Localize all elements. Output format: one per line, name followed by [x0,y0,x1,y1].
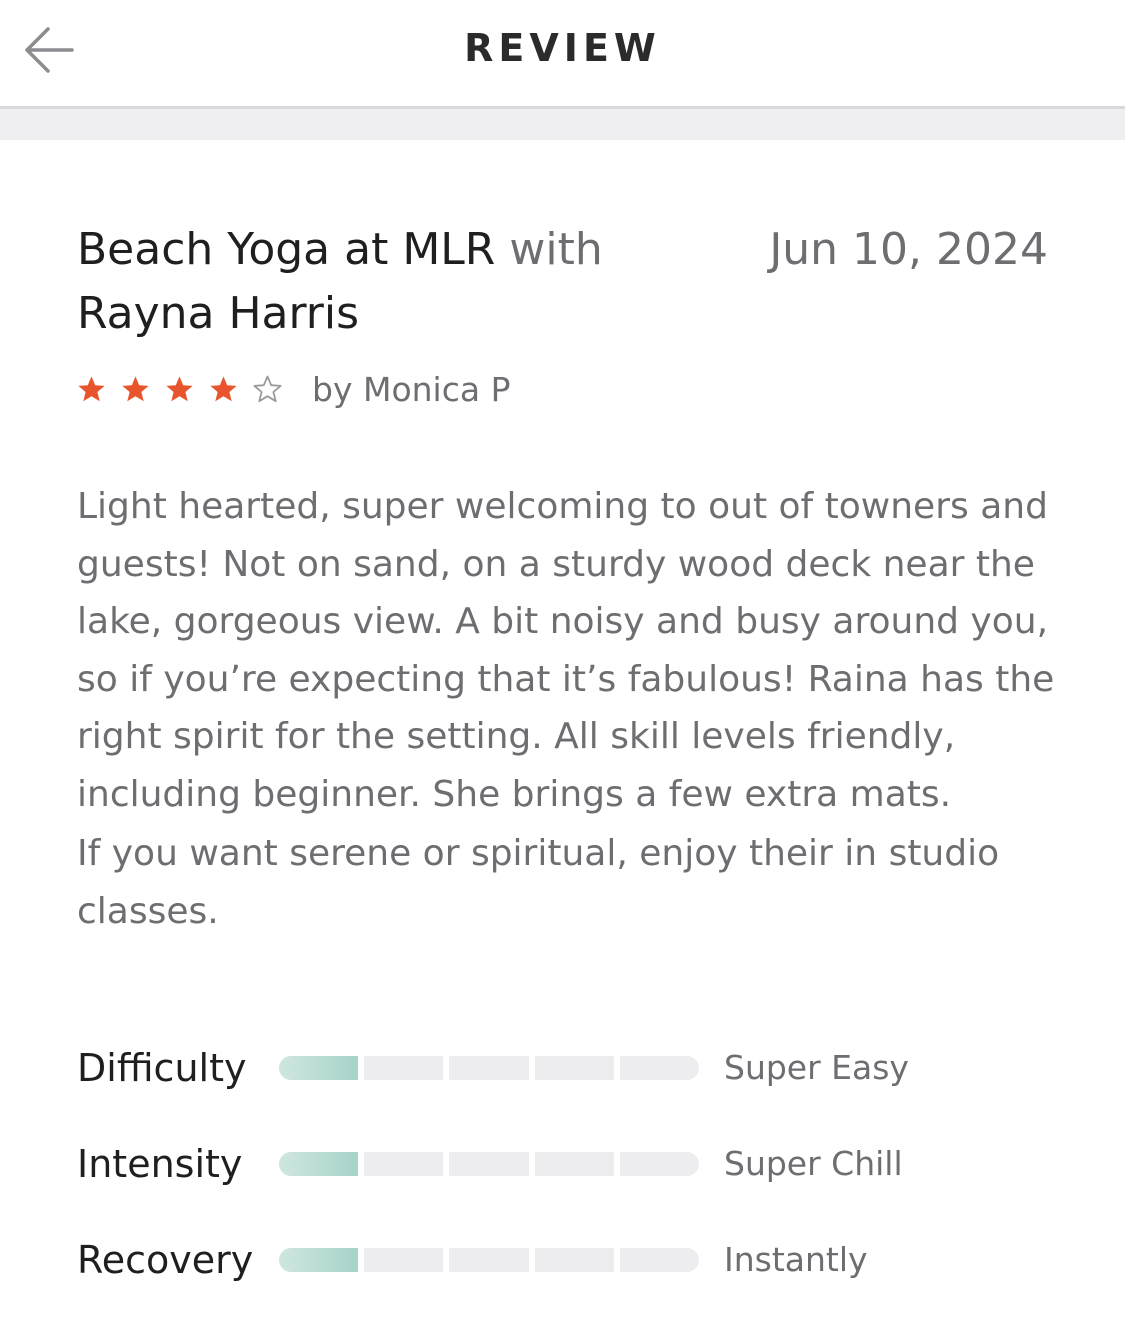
bar-segment-filled [279,1248,359,1272]
bar-segment-empty [364,1248,444,1272]
with-label: with [509,224,603,275]
class-name[interactable]: Beach Yoga at MLR [77,224,495,275]
bar-segment-filled [279,1152,359,1176]
review-paragraph: Light hearted, super welcoming to out of… [77,486,1055,815]
bar-segment-empty [449,1152,529,1176]
metric-label: Difficulty [77,1046,247,1090]
metric-value: Super Easy [724,1048,909,1087]
star-filled-icon [122,376,149,401]
metric-bar [279,1248,700,1272]
review-body: Light hearted, super welcoming to out of… [77,478,1062,940]
review-author: by Monica P [312,369,511,409]
star-filled-icon [78,376,105,401]
bar-segment-empty [364,1152,444,1176]
metric-label: Recovery [77,1238,254,1282]
bar-segment-empty [449,1248,529,1272]
star-filled-icon [210,376,237,401]
review-paragraph: If you want serene or spiritual, enjoy t… [77,833,1000,932]
page-title: REVIEW [464,26,661,70]
bar-segment-empty [619,1056,700,1080]
bar-segment-filled [279,1056,359,1080]
star-filled-icon [166,376,193,401]
bar-segment-empty [534,1248,614,1272]
star-rating [77,375,282,404]
rating-row: by Monica P [77,364,510,414]
metric-row-difficulty: Difficulty Super Easy [77,1038,1057,1098]
metric-bar [279,1152,700,1176]
bar-segment-empty [619,1152,700,1176]
star-empty-icon [253,375,282,402]
review-date: Jun 10, 2024 [769,224,1048,275]
metric-row-intensity: Intensity Super Chill [77,1134,1057,1194]
bar-segment-empty [534,1152,614,1176]
bar-segment-empty [364,1056,444,1080]
bar-segment-empty [619,1248,700,1272]
metric-bar [279,1056,700,1080]
metric-value: Instantly [724,1240,868,1279]
bar-segment-empty [449,1056,529,1080]
section-divider [0,109,1125,140]
top-nav-bar: REVIEW [0,0,1125,109]
metric-row-recovery: Recovery Instantly [77,1230,1057,1290]
class-title: Beach Yoga at MLR with Rayna Harris [77,218,677,346]
instructor-name[interactable]: Rayna Harris [77,288,359,339]
metric-value: Super Chill [724,1144,903,1183]
bar-segment-empty [534,1056,614,1080]
metric-label: Intensity [77,1142,243,1186]
